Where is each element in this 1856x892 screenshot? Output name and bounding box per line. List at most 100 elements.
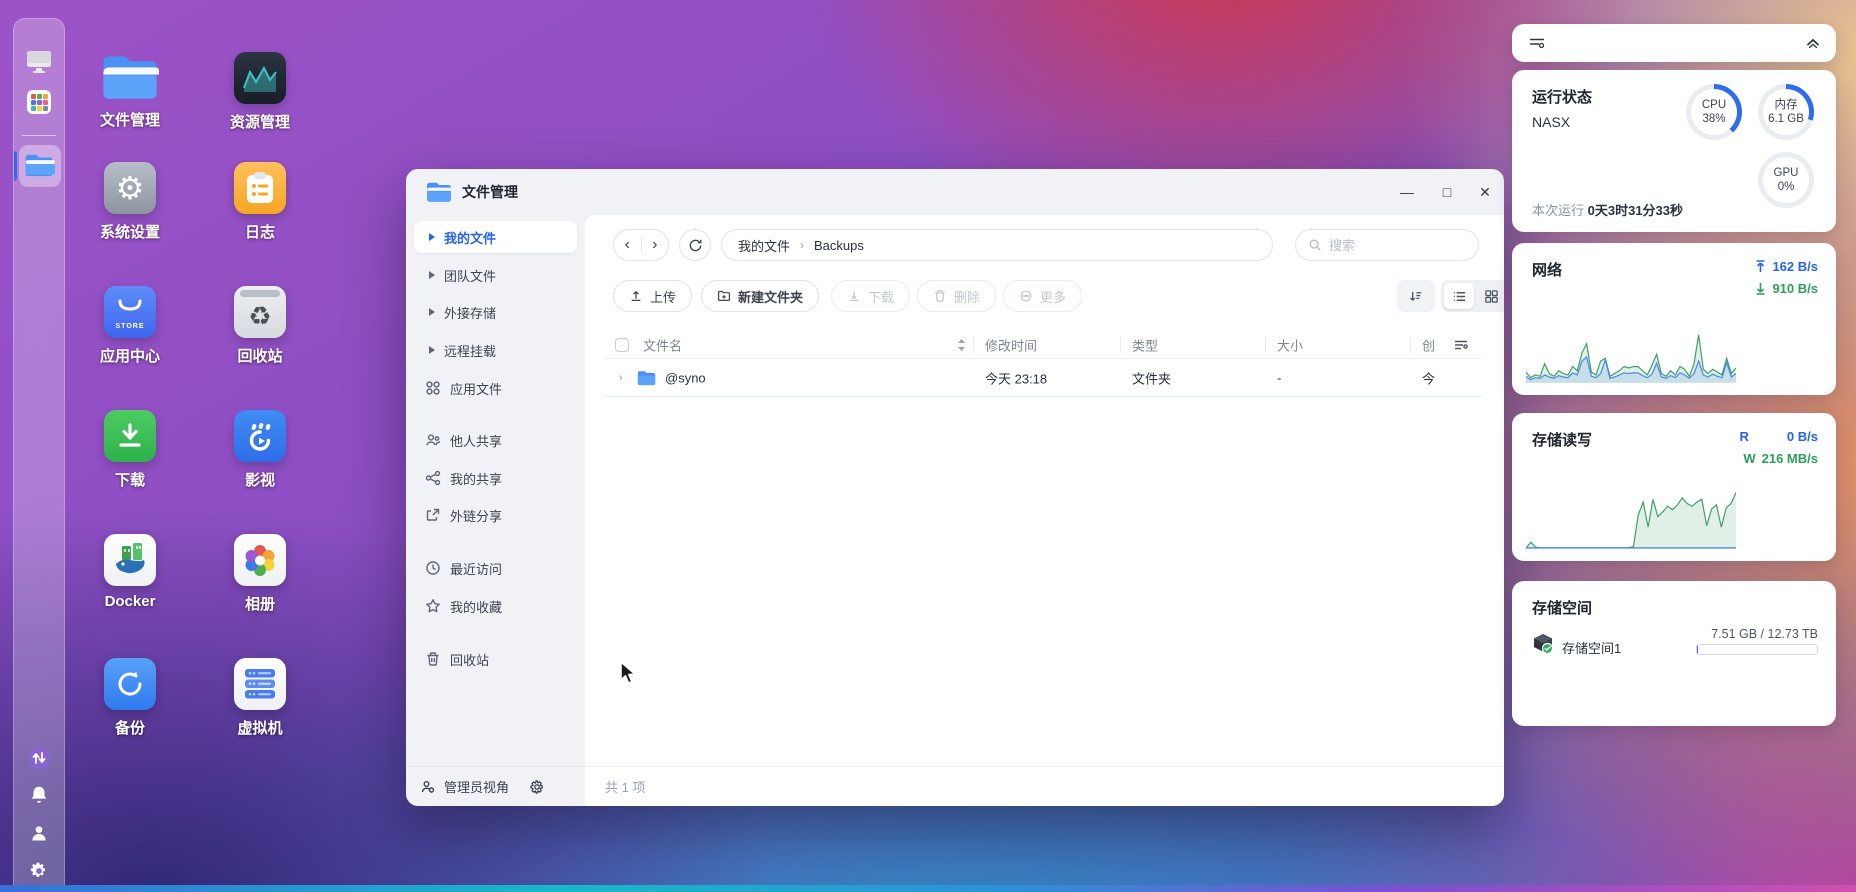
refresh-button[interactable] [679,229,711,261]
view-toggle [1441,280,1504,312]
user-icon[interactable] [29,823,49,843]
sidebar-item-recent[interactable]: 最近访问 [414,552,577,584]
folder-icon [637,369,656,386]
delete-button[interactable]: 删除 [917,280,997,312]
file-size: - [1277,370,1282,385]
desktop-icon-app-center[interactable]: STORE 应用中心 [82,286,178,366]
sidebar-item-remote-mount[interactable]: 远程挂载 [414,334,577,366]
desktop-icon-backup[interactable]: 备份 [82,658,178,738]
col-modified[interactable]: 修改时间 [985,335,1037,354]
desktop-icon-video[interactable]: 影视 [212,410,308,490]
sidebar-item-favorites[interactable]: 我的收藏 [414,590,577,622]
uptime: 本次运行 0天3时31分33秒 [1532,203,1684,218]
desktop-icon-label: 下载 [114,472,145,489]
sidebar-item-my-shares[interactable]: 我的共享 [414,462,577,494]
sidebar-item-team-files[interactable]: 团队文件 [414,259,577,291]
view-settings-gear-icon[interactable] [529,779,545,795]
transfer-icon[interactable] [27,746,51,770]
photos-icon [234,534,286,586]
volume-name[interactable]: 存储空间1 [1562,638,1621,657]
desktop-icon-resource-monitor[interactable]: 资源管理 [212,52,308,132]
virtual-machine-icon [234,658,286,710]
desktop-icon-recycle-bin[interactable]: ♻ 回收站 [212,286,308,366]
sidebar-item-recycle-bin[interactable]: 回收站 [414,643,577,675]
app-center-icon: STORE [104,286,156,338]
status-title: 运行状态 [1532,89,1593,106]
desktop-icon-photos[interactable]: 相册 [212,534,308,614]
sidebar-item-external-links[interactable]: 外链分享 [414,499,577,531]
minimize-button[interactable]: — [1390,169,1424,215]
window-sidebar: 我的文件 团队文件 外接存储 远程挂载 应用文件 他人共享 我的共享 外链分享 … [406,215,585,806]
breadcrumb-current[interactable]: Backups [814,238,864,253]
desktop-icon-logs[interactable]: 日志 [212,162,308,242]
breadcrumb[interactable]: 我的文件 › Backups [721,229,1273,261]
select-all-checkbox[interactable] [615,337,629,352]
desktop-switcher-icon[interactable] [25,49,53,75]
search-box[interactable] [1295,229,1479,261]
collapse-panel-icon[interactable] [1806,37,1820,50]
desktop-icon-system-settings[interactable]: ⚙ 系统设置 [82,162,178,242]
download-rate: 910 B/s [1755,281,1818,296]
desktop-icon-label: 备份 [114,720,145,737]
col-name[interactable]: 文件名 [643,335,682,354]
expand-triangle-icon [429,346,435,354]
desktop-icon-label: Docker [104,593,156,610]
disk-io-card: 存储读写 R0 B/s W 216 MB/s [1512,413,1836,561]
volume-cube-icon [1532,633,1554,655]
row-expand-chevron[interactable]: › [619,372,623,384]
col-size[interactable]: 大小 [1277,335,1303,354]
sidebar-item-shared-by-others[interactable]: 他人共享 [414,424,577,456]
sort-arrows-icon[interactable] [957,338,966,352]
admin-user-icon [421,780,435,793]
admin-view-label[interactable]: 管理员视角 [444,777,509,796]
forward-button[interactable]: › [642,236,669,254]
desktop-icon-label: 影视 [244,472,275,489]
search-icon [1309,239,1321,251]
downloads-icon [104,410,156,462]
file-manager-window: 文件管理 — □ ✕ 我的文件 团队文件 外接存储 远程挂载 应用文件 他人共享… [406,169,1504,806]
network-title: 网络 [1532,262,1563,279]
desktop-icon-label: 系统设置 [99,224,160,241]
grid-view-button[interactable] [1476,283,1504,309]
app-launcher-icon[interactable] [26,89,52,115]
col-type[interactable]: 类型 [1132,335,1158,354]
maximize-button[interactable]: □ [1430,169,1464,215]
taskbar-file-manager-icon[interactable] [23,152,55,179]
search-input[interactable] [1329,237,1449,253]
storage-card: 存储空间 存储空间1 7.51 GB / 12.73 TB [1512,581,1836,726]
sort-button[interactable] [1397,280,1435,312]
new-folder-button[interactable]: 新建文件夹 [701,280,820,312]
upload-arrow-icon [1756,260,1765,272]
desktop-icon-label: 虚拟机 [237,720,283,737]
list-view-button[interactable] [1444,283,1474,309]
more-icon [1020,290,1032,302]
grid-view-icon [1484,289,1498,303]
panel-settings-icon[interactable] [1528,35,1546,51]
back-button[interactable]: ‹ [614,236,641,254]
network-chart [1526,301,1736,383]
gpu-ring: GPU 0% [1758,152,1814,208]
file-name[interactable]: @syno [665,370,706,385]
download-button[interactable]: 下载 [831,280,911,312]
breadcrumb-root[interactable]: 我的文件 [738,236,790,255]
table-row[interactable]: › @syno 今天 23:18 文件夹 - 今 [605,359,1482,397]
notifications-bell-icon[interactable] [28,784,50,806]
settings-gear-icon[interactable] [29,861,49,881]
column-settings-icon[interactable] [1453,337,1469,353]
star-icon [425,598,441,614]
close-button[interactable]: ✕ [1468,169,1502,215]
desktop-icon-downloads[interactable]: 下载 [82,410,178,490]
sidebar-item-external-storage[interactable]: 外接存储 [414,296,577,328]
sidebar-item-my-files[interactable]: 我的文件 [414,221,577,253]
desktop-icon-file-manager[interactable]: 文件管理 [82,52,178,130]
col-created[interactable]: 创 [1422,335,1435,354]
more-button[interactable]: 更多 [1003,280,1083,312]
desktop-icon-virtual-machine[interactable]: 虚拟机 [212,658,308,738]
upload-button[interactable]: 上传 [613,280,693,312]
item-count: 共 1 项 [605,780,646,795]
storage-progress-bar [1696,644,1818,655]
desktop-icon-docker[interactable]: Docker [82,534,178,610]
sidebar-item-app-files[interactable]: 应用文件 [414,372,577,404]
window-titlebar[interactable]: 文件管理 — □ ✕ [406,169,1504,215]
backup-icon [104,658,156,710]
